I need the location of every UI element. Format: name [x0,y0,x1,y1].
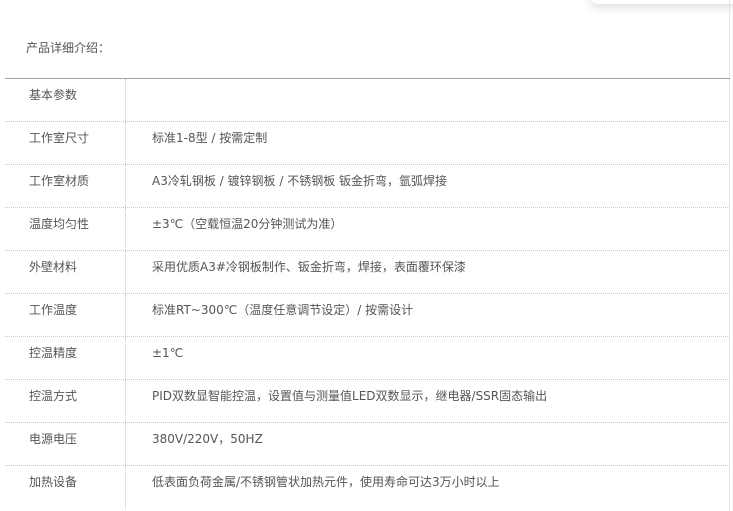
spec-label: 外壁材料 [5,251,126,293]
spec-table: 基本参数 工作室尺寸 标准1-8型 / 按需定制 工作室材质 A3冷轧钢板 / … [5,78,730,509]
table-row: 控温精度 ±1℃ [5,337,730,380]
table-row: 工作温度 标准RT~300℃（温度任意调节设定）/ 按需设计 [5,294,730,337]
spec-value: 380V/220V，50HZ [152,432,263,446]
table-row: 基本参数 [5,79,730,122]
spec-label: 电源电压 [5,423,126,465]
spec-value [126,79,730,121]
spec-label: 控温方式 [5,380,126,422]
table-row: 加热设备 低表面负荷金属/不锈钢管状加热元件，使用寿命可达3万小时以上 [5,466,730,509]
table-row: 工作室材质 A3冷轧钢板 / 镀锌钢板 / 不锈钢板 钣金折弯，氩弧焊接 [5,165,730,208]
popup-shadow-edge [590,0,733,4]
table-row: 控温方式 PID双数显智能控温，设置值与测量值LED双数显示，继电器/SSR固态… [5,380,730,423]
spec-label: 基本参数 [5,79,126,121]
spec-label: 工作室尺寸 [5,122,126,164]
product-intro-heading: 产品详细介绍： [26,41,111,55]
spec-value: ±3℃（空载恒温20分钟测试为准） [152,217,343,231]
spec-label: 温度均匀性 [5,208,126,250]
spec-value: ±1℃ [152,346,184,360]
spec-value: 采用优质A3#冷钢板制作、钣金折弯，焊接，表面覆环保漆 [152,260,466,274]
spec-label: 工作温度 [5,294,126,336]
table-row: 工作室尺寸 标准1-8型 / 按需定制 [5,122,730,165]
spec-label: 控温精度 [5,337,126,379]
table-row: 温度均匀性 ±3℃（空载恒温20分钟测试为准） [5,208,730,251]
spec-label: 加热设备 [5,466,126,509]
table-row: 外壁材料 采用优质A3#冷钢板制作、钣金折弯，焊接，表面覆环保漆 [5,251,730,294]
spec-label: 工作室材质 [5,165,126,207]
spec-value: A3冷轧钢板 / 镀锌钢板 / 不锈钢板 钣金折弯，氩弧焊接 [152,174,448,188]
spec-value: 标准1-8型 / 按需定制 [152,131,268,145]
spec-value: 低表面负荷金属/不锈钢管状加热元件，使用寿命可达3万小时以上 [152,475,500,489]
spec-value: 标准RT~300℃（温度任意调节设定）/ 按需设计 [152,303,414,317]
spec-value: PID双数显智能控温，设置值与测量值LED双数显示，继电器/SSR固态输出 [152,389,548,403]
table-row: 电源电压 380V/220V，50HZ [5,423,730,466]
